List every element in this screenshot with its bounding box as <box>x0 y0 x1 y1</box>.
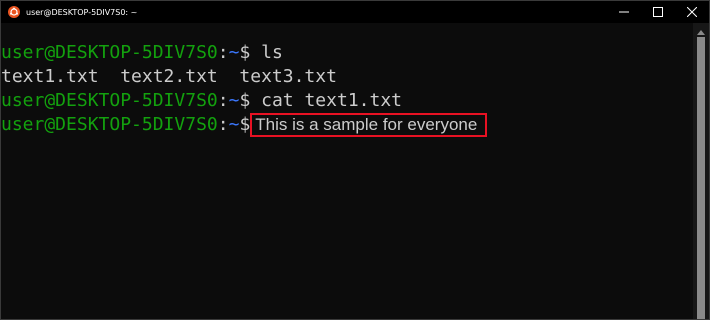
output-text: text1.txt text2.txt text3.txt <box>1 66 337 87</box>
terminal-line: user@DESKTOP-5DIV7S0:~$ This is a sample … <box>1 113 693 137</box>
scroll-up-icon <box>697 29 705 35</box>
prompt-symbol: $ <box>239 114 251 135</box>
prompt-user: user@DESKTOP-5DIV7S0 <box>1 42 218 63</box>
prompt-user: user@DESKTOP-5DIV7S0 <box>1 114 218 135</box>
window-controls <box>607 1 709 23</box>
close-icon <box>687 7 697 17</box>
highlighted-output: This is a sample for everyone <box>250 113 488 137</box>
window-title: user@DESKTOP-5DIV7S0: ~ <box>26 7 138 17</box>
scrollbar[interactable] <box>693 23 709 319</box>
scroll-up-button[interactable] <box>693 27 709 37</box>
maximize-button[interactable] <box>641 1 675 23</box>
prompt-colon: : <box>217 42 229 63</box>
terminal-output[interactable]: user@DESKTOP-5DIV7S0:~$ ls text1.txt tex… <box>1 23 693 319</box>
command-text: ls <box>250 42 283 63</box>
command-text: cat text1.txt <box>250 90 402 111</box>
title-bar[interactable]: user@DESKTOP-5DIV7S0: ~ <box>1 1 709 23</box>
scroll-thumb[interactable] <box>697 37 705 319</box>
prompt-symbol: $ <box>239 42 251 63</box>
terminal-line: user@DESKTOP-5DIV7S0:~$ cat text1.txt <box>1 89 693 113</box>
minimize-icon <box>619 11 629 13</box>
prompt-path: ~ <box>228 42 240 63</box>
close-button[interactable] <box>675 1 709 23</box>
minimize-button[interactable] <box>607 1 641 23</box>
terminal-line: text1.txt text2.txt text3.txt <box>1 65 693 89</box>
prompt-path: ~ <box>228 114 240 135</box>
prompt-path: ~ <box>228 90 240 111</box>
prompt-colon: : <box>217 114 229 135</box>
prompt-symbol: $ <box>239 90 251 111</box>
prompt-colon: : <box>217 90 229 111</box>
maximize-icon <box>653 7 663 17</box>
ubuntu-icon <box>8 6 20 18</box>
prompt-user: user@DESKTOP-5DIV7S0 <box>1 90 218 111</box>
terminal-line: user@DESKTOP-5DIV7S0:~$ ls <box>1 41 693 65</box>
terminal-window: user@DESKTOP-5DIV7S0: ~ user@DESKTOP-5DI… <box>0 0 710 320</box>
